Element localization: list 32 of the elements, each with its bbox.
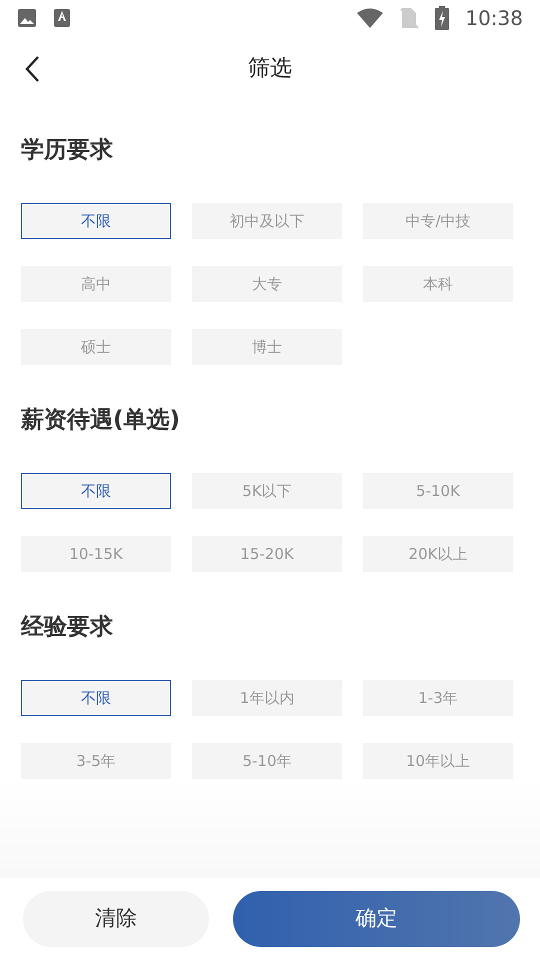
filter-option[interactable]: 1-3年	[363, 680, 513, 716]
filter-option[interactable]: 10-15K	[21, 536, 171, 572]
filter-option[interactable]: 大专	[192, 266, 342, 302]
battery-icon	[435, 6, 450, 30]
wifi-icon	[357, 8, 384, 28]
image-icon	[17, 8, 37, 28]
status-time: 10:38	[465, 5, 523, 32]
filter-option[interactable]: 初中及以下	[192, 203, 342, 239]
confirm-button[interactable]: 确定	[233, 891, 520, 947]
filter-option[interactable]: 5K以下	[192, 473, 342, 509]
filter-option[interactable]: 10年以上	[363, 743, 513, 779]
section-title: 经验要求	[21, 613, 114, 642]
filter-option[interactable]: 20K以上	[363, 536, 513, 572]
section-title: 学历要求	[21, 136, 114, 165]
no-sim-icon	[399, 7, 420, 29]
page-title: 筛选	[248, 54, 292, 82]
font-icon	[53, 8, 71, 28]
clear-button[interactable]: 清除	[23, 891, 209, 947]
filter-option[interactable]: 15-20K	[192, 536, 342, 572]
filter-option[interactable]: 高中	[21, 266, 171, 302]
filter-option[interactable]: 5-10年	[192, 743, 342, 779]
filter-option[interactable]: 中专/中技	[363, 203, 513, 239]
filter-option[interactable]: 1年以内	[192, 680, 342, 716]
filter-option[interactable]: 硕士	[21, 329, 171, 365]
filter-option[interactable]: 3-5年	[21, 743, 171, 779]
filter-option[interactable]: 本科	[363, 266, 513, 302]
filter-option[interactable]: 不限	[21, 680, 171, 716]
filter-option[interactable]: 博士	[192, 329, 342, 365]
filter-option[interactable]: 不限	[21, 473, 171, 509]
filter-option[interactable]: 不限	[21, 203, 171, 239]
section-title: 薪资待遇(单选)	[21, 406, 182, 435]
filter-option[interactable]: 5-10K	[363, 473, 513, 509]
